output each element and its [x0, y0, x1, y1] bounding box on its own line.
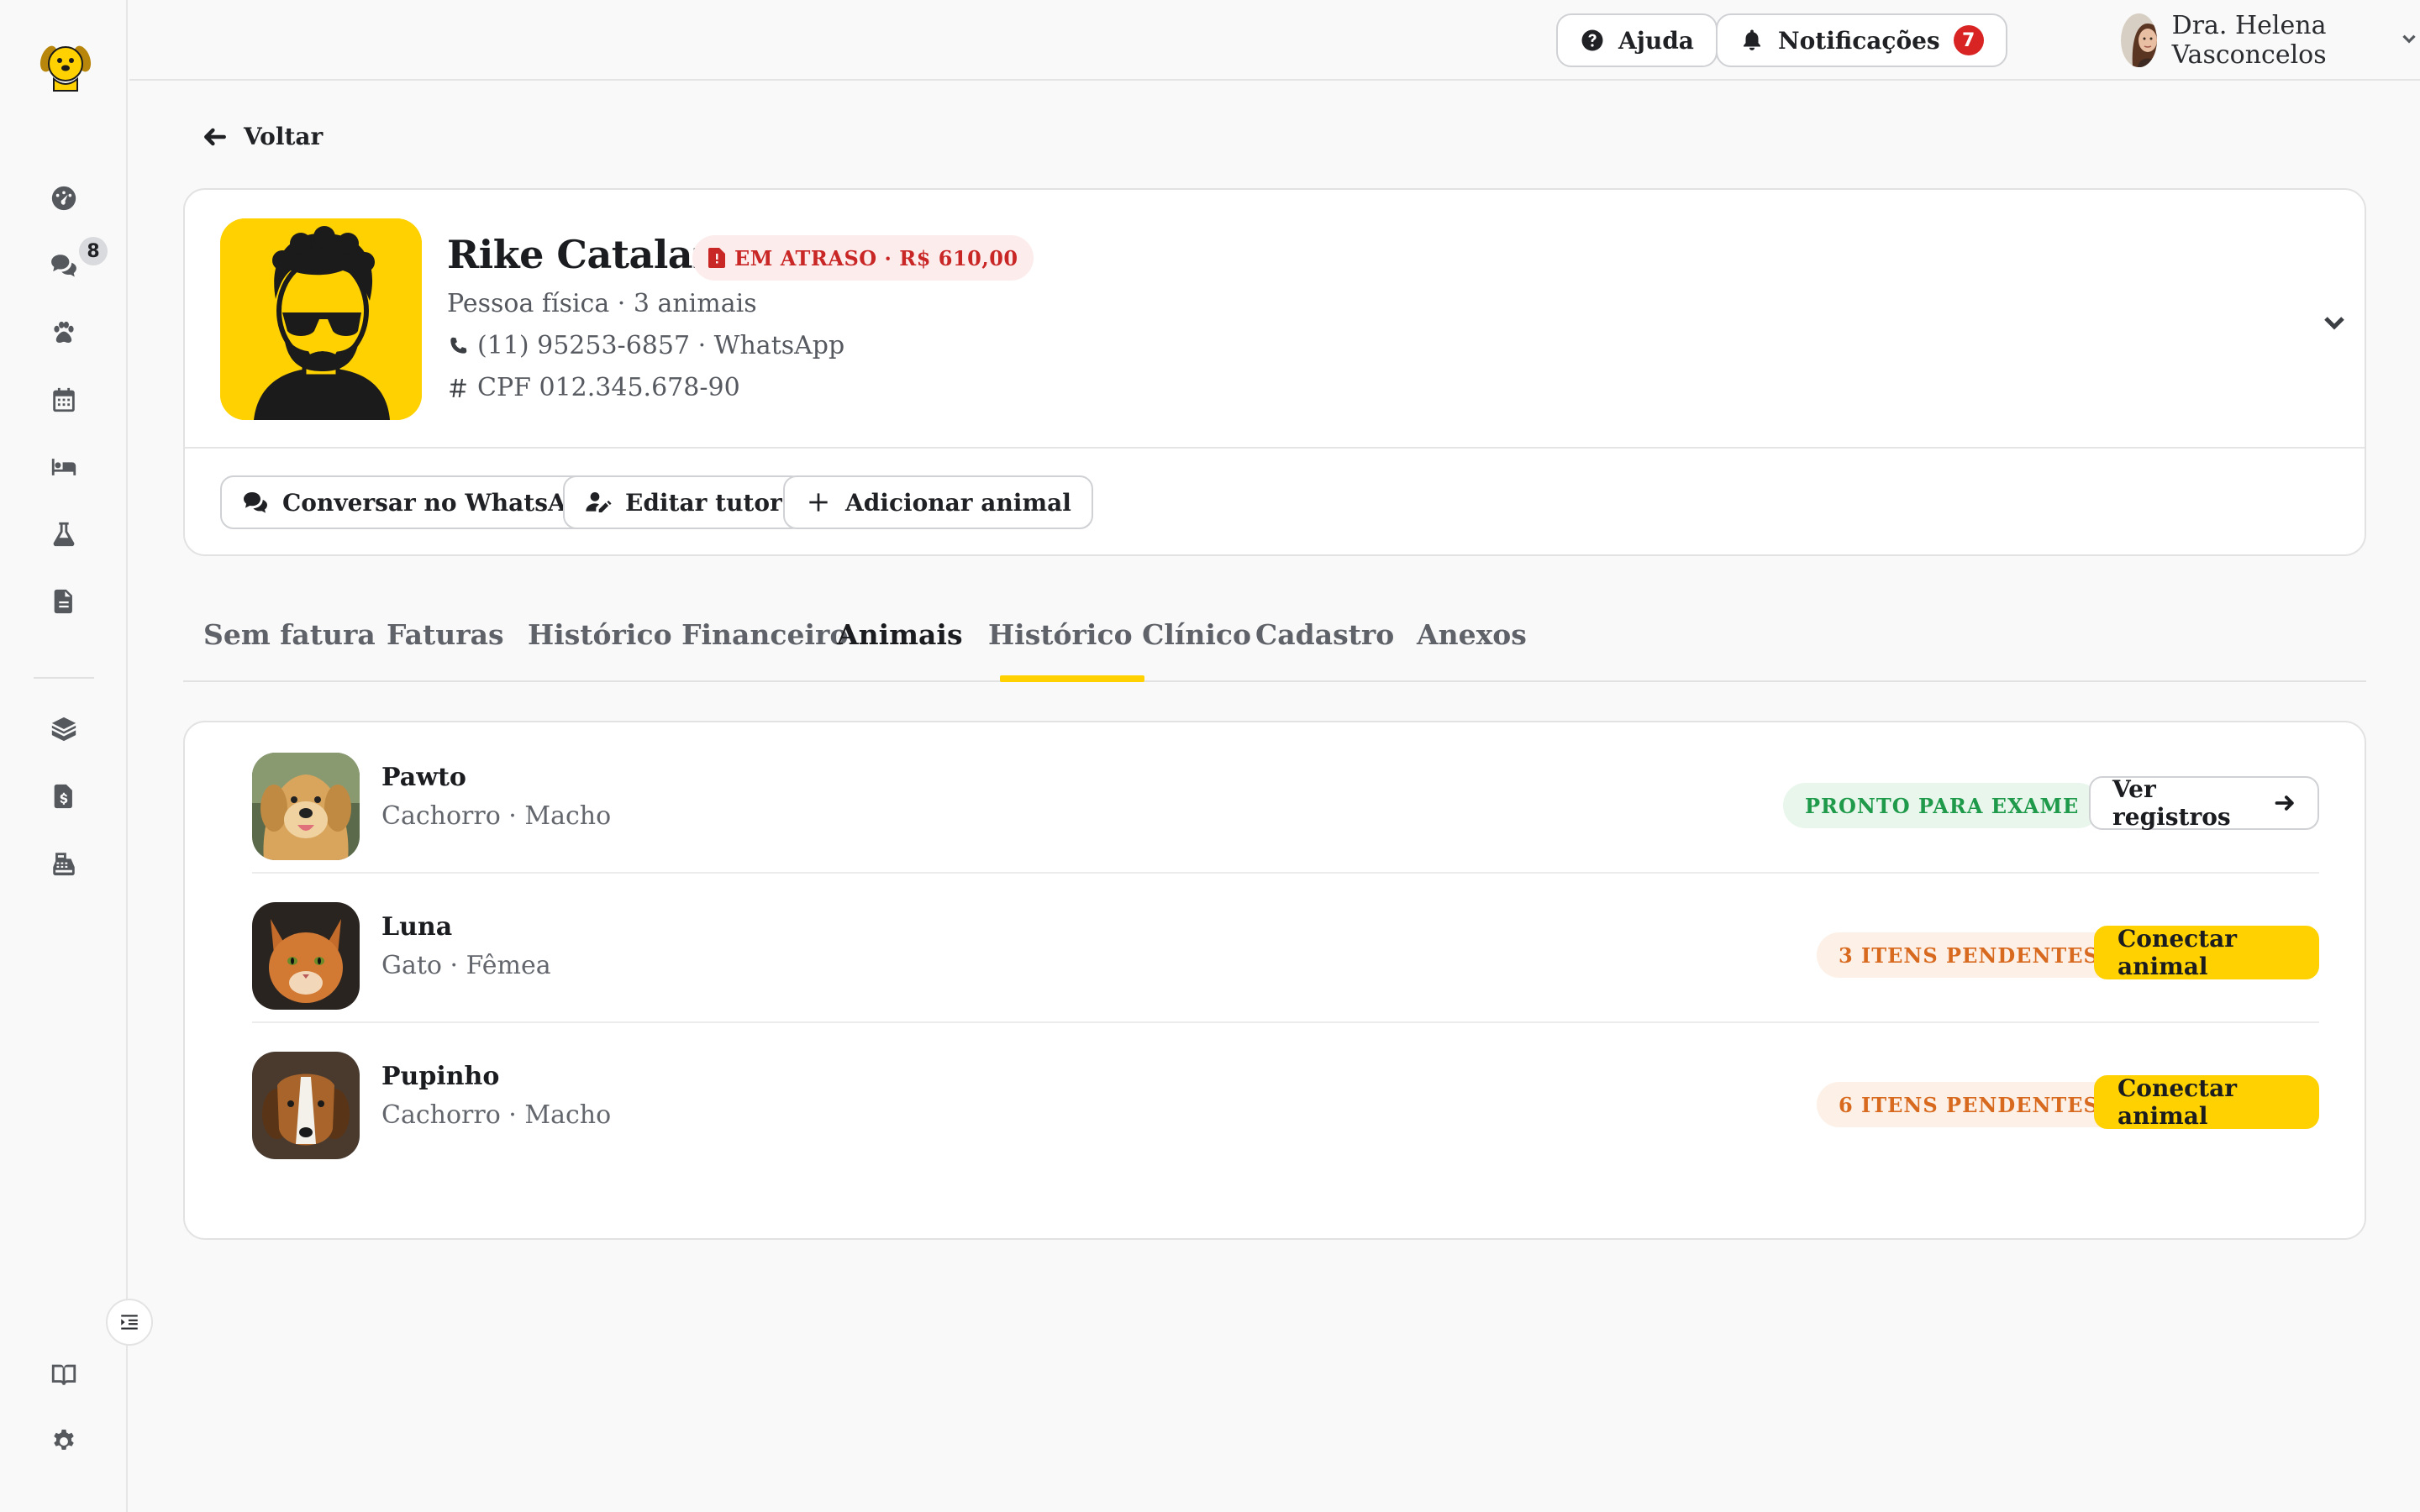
- tutor-name: Rike Catalani: [447, 232, 735, 277]
- card-divider: [185, 447, 2365, 449]
- animal-name: Pawto: [381, 763, 466, 792]
- connect-animal-label: Conectar animal: [2118, 925, 2238, 980]
- tutor-phone-line: (11) 95253-6857 · WhatsApp: [447, 331, 844, 360]
- tab-bar: Sem fatura Faturas Histórico Financeiro …: [183, 588, 2366, 682]
- add-animal-label: Adicionar animal: [845, 488, 1071, 517]
- back-button[interactable]: Voltar: [202, 123, 323, 150]
- tab-historico-clinico[interactable]: Histórico Clínico: [988, 618, 1251, 651]
- animal-photo: [252, 1052, 360, 1159]
- user-menu[interactable]: Dra. Helena Vasconcelos: [2121, 11, 2420, 70]
- bell-icon: [1744, 29, 1760, 50]
- phone-icon: [450, 337, 467, 354]
- tutor-cpf-text: CPF 012.345.678-90: [477, 373, 740, 402]
- add-animal-button[interactable]: Adicionar animal: [783, 475, 1093, 529]
- animal-meta: Cachorro · Macho: [381, 801, 612, 831]
- notifications-label: Notificações: [1778, 26, 1940, 55]
- overdue-badge: EM ATRASO · R$ 610,00: [692, 235, 1034, 281]
- paw-icon[interactable]: [44, 312, 84, 353]
- tab-sem-fatura[interactable]: Sem fatura: [203, 618, 376, 651]
- tab-animais[interactable]: Animais: [837, 618, 963, 651]
- help-label: Ajuda: [1618, 26, 1694, 55]
- invoice-icon[interactable]: [44, 776, 84, 816]
- sidebar-divider: [34, 677, 94, 679]
- arrow-left-icon: [204, 128, 226, 145]
- status-badge: 3 ITENS PENDENTES: [1817, 932, 2121, 978]
- active-tab-indicator: [1000, 675, 1144, 682]
- tab-faturas[interactable]: Faturas: [387, 618, 504, 651]
- user-avatar: [2121, 13, 2157, 67]
- animal-row[interactable]: Pawto Cachorro · Macho PRONTO PARA EXAME…: [252, 724, 2319, 874]
- whatsapp-chat-button[interactable]: Conversar no WhatsApp: [220, 475, 621, 529]
- top-bar: Ajuda Notificações 7 Dra. Helena Vasconc…: [129, 0, 2420, 81]
- cash-register-icon[interactable]: [44, 843, 84, 884]
- back-label: Voltar: [244, 123, 324, 150]
- dashboard-icon[interactable]: [44, 178, 84, 218]
- expand-tutor-button[interactable]: [2317, 306, 2351, 339]
- connect-animal-label: Conectar animal: [2118, 1074, 2238, 1130]
- bed-icon[interactable]: [44, 447, 84, 487]
- chevron-down-icon: [2324, 317, 2344, 330]
- sidebar: 8: [0, 0, 153, 1512]
- animal-meta: Cachorro · Macho: [381, 1100, 612, 1130]
- tab-historico-financeiro[interactable]: Histórico Financeiro: [528, 618, 848, 651]
- animal-name: Pupinho: [381, 1062, 500, 1091]
- edit-tutor-button[interactable]: Editar tutor: [563, 475, 804, 529]
- document-icon[interactable]: [44, 581, 84, 622]
- gear-icon[interactable]: [44, 1421, 84, 1462]
- animal-row[interactable]: Luna Gato · Fêmea 3 ITENS PENDENTES Cone…: [252, 874, 2319, 1023]
- animal-name: Luna: [381, 912, 453, 942]
- view-records-label: Ver registros: [2112, 775, 2231, 831]
- connect-animal-button[interactable]: Conectar animal: [2094, 925, 2319, 980]
- chat-icon: [244, 492, 267, 513]
- tab-anexos[interactable]: Anexos: [1417, 618, 1527, 651]
- chat-icon[interactable]: 8: [44, 237, 108, 286]
- chevron-down-icon: [2398, 28, 2420, 53]
- edit-tutor-label: Editar tutor: [625, 488, 782, 517]
- tutor-cpf-line: CPF 012.345.678-90: [447, 373, 740, 402]
- animal-meta: Gato · Fêmea: [381, 951, 551, 980]
- app-logo[interactable]: [37, 37, 94, 94]
- view-records-button[interactable]: Ver registros: [2089, 775, 2319, 831]
- animal-row[interactable]: Pupinho Cachorro · Macho 6 ITENS PENDENT…: [252, 1023, 2319, 1173]
- tutor-type-line: Pessoa física · 3 animais: [447, 289, 757, 318]
- tutor-card: Rike Catalani EM ATRASO · R$ 610,00 Pess…: [183, 188, 2366, 556]
- status-badge: PRONTO PARA EXAME: [1783, 783, 2102, 828]
- tab-cadastro[interactable]: Cadastro: [1255, 618, 1394, 651]
- help-icon: [1581, 29, 1603, 51]
- connect-animal-button[interactable]: Conectar animal: [2094, 1074, 2319, 1130]
- invoice-alert-icon: [708, 248, 725, 268]
- animals-card: Pawto Cachorro · Macho PRONTO PARA EXAME…: [183, 721, 2366, 1240]
- tutor-type-text: Pessoa física · 3 animais: [447, 289, 757, 318]
- tutor-phone-text: (11) 95253-6857 · WhatsApp: [477, 331, 845, 360]
- status-badge: 6 ITENS PENDENTES: [1817, 1082, 2121, 1127]
- box-icon[interactable]: [44, 709, 84, 749]
- animal-photo: [252, 753, 360, 860]
- calendar-icon[interactable]: [44, 380, 84, 420]
- flask-icon[interactable]: [44, 514, 84, 554]
- plus-icon: [809, 493, 828, 512]
- sidebar-collapse-button[interactable]: [106, 1299, 153, 1346]
- hash-icon: [450, 378, 466, 397]
- whatsapp-chat-label: Conversar no WhatsApp: [282, 488, 599, 517]
- animal-photo: [252, 902, 360, 1010]
- user-name: Dra. Helena Vasconcelos: [2171, 11, 2327, 70]
- tutor-avatar: [220, 218, 422, 420]
- arrow-right-icon: [2275, 795, 2294, 811]
- chat-badge: 8: [79, 237, 108, 265]
- book-icon[interactable]: [44, 1354, 84, 1394]
- overdue-badge-label: EM ATRASO · R$ 610,00: [734, 245, 1018, 270]
- user-edit-icon: [586, 492, 612, 512]
- help-button[interactable]: Ajuda: [1556, 13, 1718, 67]
- notifications-count-badge: 7: [1953, 25, 1984, 55]
- notifications-button[interactable]: Notificações 7: [1716, 13, 2007, 67]
